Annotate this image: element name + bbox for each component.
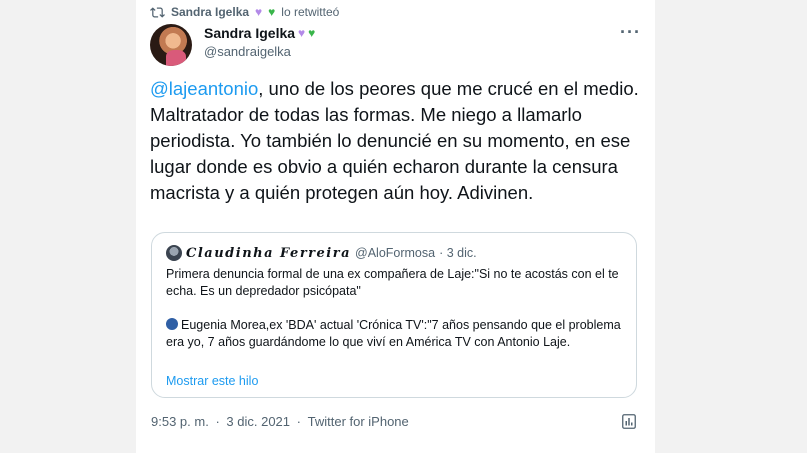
- author-name[interactable]: Sandra Igelka ♥ ♥: [204, 25, 315, 41]
- tweet-metadata: 9:53 p. m. · 3 dic. 2021 · Twitter for i…: [151, 414, 409, 429]
- quoted-tweet[interactable]: Claudinha Ferreira @AloFormosa · 3 dic. …: [151, 232, 637, 398]
- retweet-context: Sandra Igelka ♥ ♥ lo retwitteó: [150, 3, 339, 21]
- tweet-text: @lajeantonio, uno de los peores que me c…: [150, 76, 645, 206]
- speaking-head-icon: [166, 318, 178, 330]
- purple-heart-icon: ♥: [298, 26, 306, 40]
- green-heart-icon: ♥: [268, 5, 276, 19]
- mention-link[interactable]: @lajeantonio: [150, 78, 258, 99]
- quoted-tweet-header: Claudinha Ferreira @AloFormosa · 3 dic.: [166, 245, 477, 261]
- purple-heart-icon: ♥: [255, 5, 263, 19]
- quoted-paragraph-2: Eugenia Morea,ex 'BDA' actual 'Crónica T…: [166, 318, 621, 349]
- avatar[interactable]: [150, 24, 192, 66]
- quoted-author-name[interactable]: Claudinha Ferreira: [186, 246, 351, 261]
- retweeter-name[interactable]: Sandra Igelka: [171, 5, 249, 19]
- show-thread-link[interactable]: Mostrar este hilo: [166, 374, 258, 388]
- tweet-source[interactable]: Twitter for iPhone: [308, 414, 409, 429]
- quoted-date: · 3 dic.: [439, 246, 477, 260]
- retweet-icon: [150, 6, 165, 18]
- quoted-tweet-body: Primera denuncia formal de una ex compañ…: [166, 266, 626, 351]
- more-icon[interactable]: ···: [620, 22, 641, 43]
- separator: ·: [296, 414, 301, 429]
- separator: ·: [215, 414, 220, 429]
- green-heart-icon: ♥: [308, 26, 316, 40]
- author-name-text[interactable]: Sandra Igelka: [204, 25, 295, 41]
- tweet-time[interactable]: 9:53 p. m.: [151, 414, 209, 429]
- quoted-author-handle[interactable]: @AloFormosa: [355, 246, 435, 260]
- retweet-suffix: lo retwitteó: [281, 5, 340, 19]
- tweet-date[interactable]: 3 dic. 2021: [226, 414, 290, 429]
- quoted-paragraph-1: Primera denuncia formal de una ex compañ…: [166, 267, 619, 298]
- quoted-avatar[interactable]: [166, 245, 182, 261]
- analytics-icon[interactable]: [622, 414, 636, 429]
- author-handle[interactable]: @sandraigelka: [204, 44, 291, 59]
- quoted-paragraph-2-wrap: Eugenia Morea,ex 'BDA' actual 'Crónica T…: [166, 317, 626, 351]
